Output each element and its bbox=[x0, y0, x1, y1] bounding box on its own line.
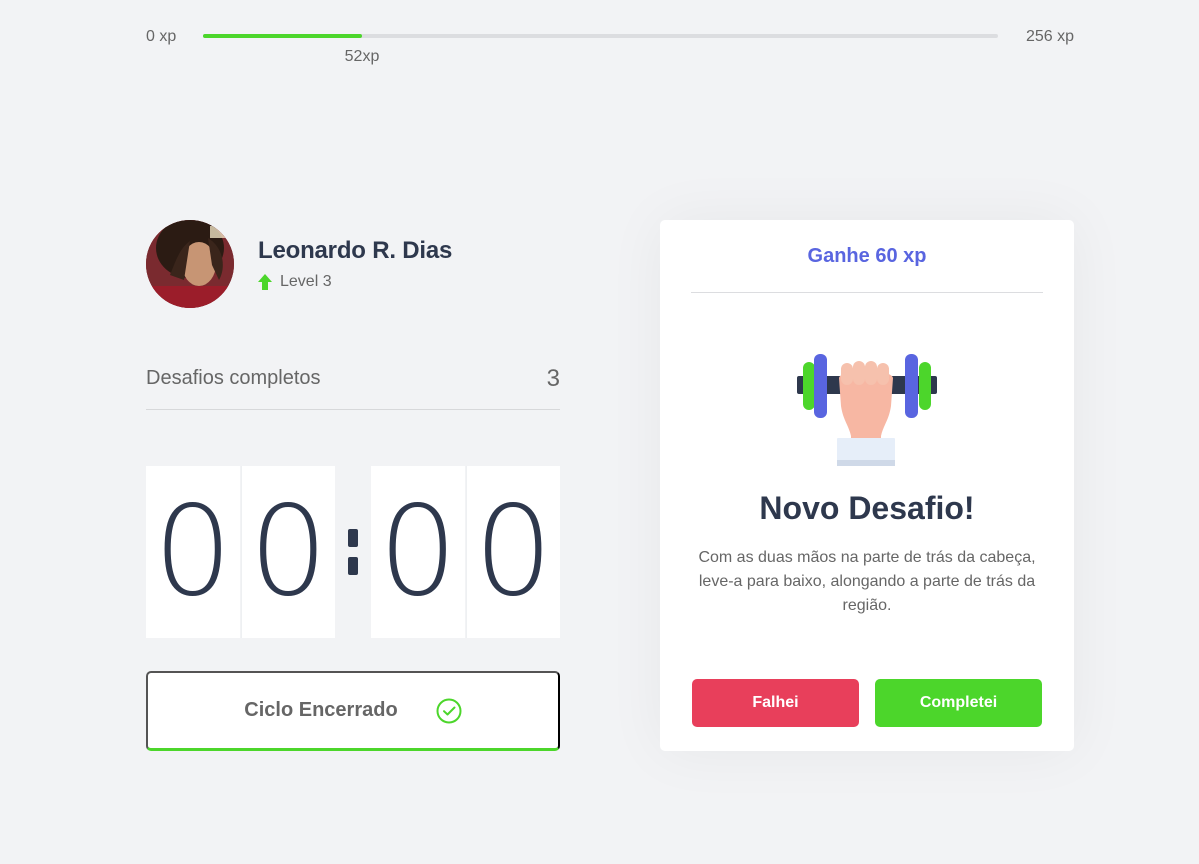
challenge-title: Novo Desafio! bbox=[759, 490, 975, 526]
profile: Leonardo R. Dias Level 3 bbox=[146, 220, 452, 308]
minute-tens-digit: 0 bbox=[146, 466, 240, 638]
challenge-header: Ganhe 60 xp bbox=[691, 220, 1043, 293]
complete-button[interactable]: Completei bbox=[875, 679, 1042, 727]
countdown-separator bbox=[335, 466, 371, 638]
challenge-xp-gain: Ganhe 60 xp bbox=[807, 244, 927, 267]
dumbbell-icon bbox=[797, 354, 937, 466]
xp-track bbox=[203, 34, 998, 38]
completed-challenges-count: 3 bbox=[546, 364, 560, 392]
level-label: Level 3 bbox=[280, 273, 332, 290]
avatar bbox=[146, 220, 234, 308]
xp-min-label: 0 xp bbox=[146, 28, 177, 45]
second-ones-digit: 0 bbox=[466, 466, 560, 638]
fail-button[interactable]: Falhei bbox=[692, 679, 859, 727]
challenge-card: Ganhe 60 xp Novo Desafio! Com as duas mã… bbox=[660, 220, 1074, 751]
check-circle-icon bbox=[436, 698, 462, 723]
cycle-finished-label: Ciclo Encerrado bbox=[244, 699, 398, 721]
profile-name: Leonardo R. Dias bbox=[258, 237, 453, 264]
xp-current-label: 52xp bbox=[344, 48, 380, 65]
cycle-finished-button[interactable]: Ciclo Encerrado bbox=[146, 671, 560, 751]
experience-bar: 0 xp 52xp 256 xp bbox=[146, 26, 1074, 66]
xp-max-label: 256 xp bbox=[1025, 28, 1074, 45]
completed-challenges-label: Desafios completos bbox=[146, 367, 321, 389]
level-up-arrow-icon bbox=[258, 274, 272, 290]
xp-progress-fill bbox=[203, 34, 362, 38]
seconds: 0 0 bbox=[371, 466, 560, 638]
minute-ones-digit: 0 bbox=[241, 466, 335, 638]
minutes: 0 0 bbox=[146, 466, 335, 638]
completed-challenges: Desafios completos 3 bbox=[146, 350, 560, 410]
countdown: 0 0 0 0 bbox=[146, 466, 560, 638]
second-tens-digit: 0 bbox=[371, 466, 465, 638]
level-indicator: Level 3 bbox=[258, 273, 452, 291]
challenge-description: Com as duas mãos na parte de trás da cab… bbox=[698, 549, 1036, 614]
